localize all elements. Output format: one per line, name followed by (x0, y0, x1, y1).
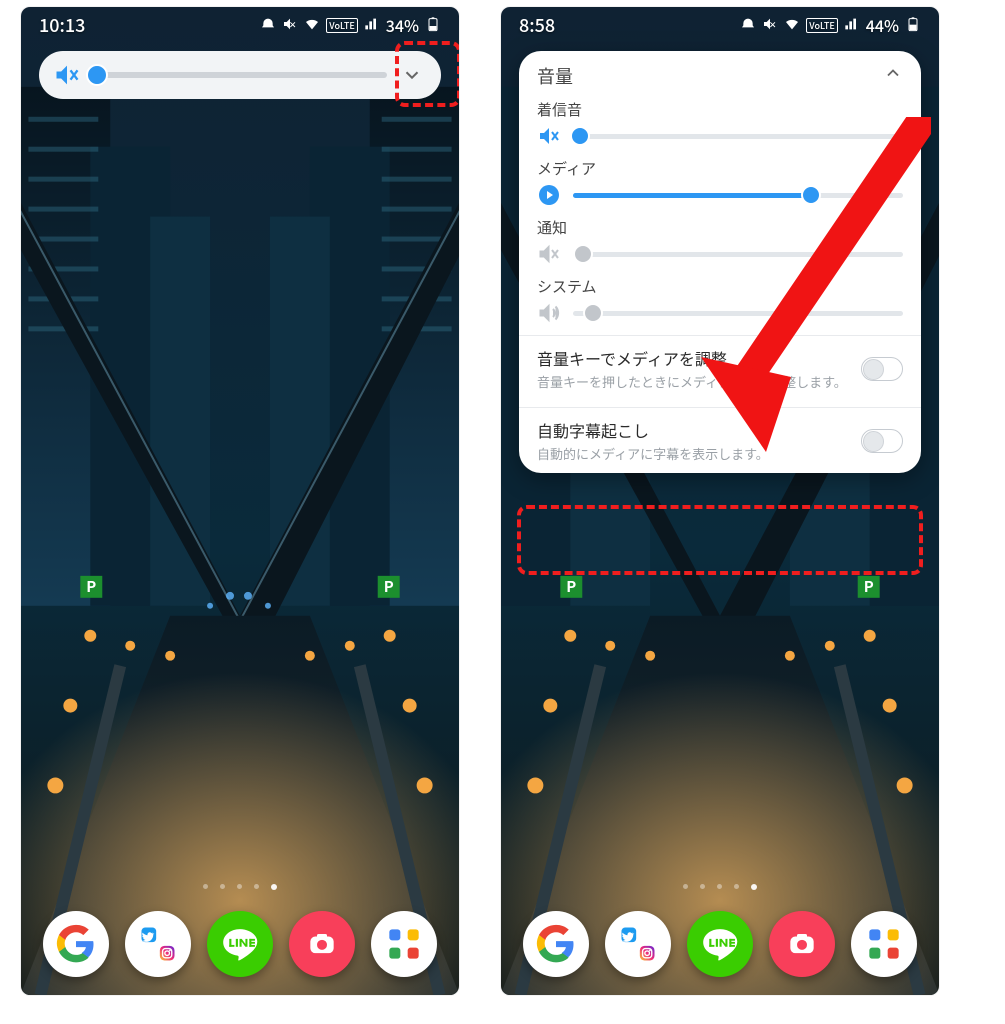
wallpaper: P P (21, 7, 459, 995)
signal-icon (364, 13, 380, 37)
captions-toggle-row: 自動字幕起こし 自動的にメディアに字幕を表示します。 (519, 410, 921, 473)
app-line[interactable] (207, 911, 273, 977)
play-icon (537, 183, 561, 207)
battery-icon (425, 13, 441, 37)
notif-row: 通知 (519, 211, 921, 270)
signal-icon (844, 13, 860, 37)
dock (21, 911, 459, 977)
status-icons: VoLTE 34% (260, 13, 441, 37)
page-indicator (501, 884, 939, 890)
svg-text:P: P (384, 576, 394, 597)
collapse-button[interactable] (883, 63, 903, 89)
app-social-folder[interactable] (125, 911, 191, 977)
media-row: メディア (519, 152, 921, 211)
volte-icon: VoLTE (326, 18, 357, 33)
speaker-icon (537, 301, 561, 325)
media-key-toggle-row: 音量キーでメディアを調整 音量キーを押したときにメディア音量を調整します。 (519, 338, 921, 401)
svg-text:P: P (86, 576, 96, 597)
status-time: 8:58 (519, 12, 555, 38)
mute-icon (537, 124, 561, 148)
mute-icon (762, 13, 778, 37)
status-bar: 10:13 VoLTE 34% (21, 7, 459, 43)
ringtone-row: 着信音 (519, 93, 921, 152)
media-label: メディア (537, 158, 903, 179)
app-line[interactable] (687, 911, 753, 977)
wifi-icon (304, 13, 320, 37)
volume-hud (39, 51, 441, 99)
volume-panel: 音量 着信音 メディア (519, 51, 921, 473)
battery-icon (905, 13, 921, 37)
system-slider[interactable] (573, 311, 903, 316)
media-slider[interactable] (573, 193, 903, 198)
app-social-folder[interactable] (605, 911, 671, 977)
alarm-icon (740, 13, 756, 37)
battery-text: 44% (866, 13, 899, 37)
media-key-toggle[interactable] (861, 357, 903, 381)
alarm-icon (260, 13, 276, 37)
status-bar: 8:58 VoLTE 44% (501, 7, 939, 43)
svg-text:P: P (566, 576, 576, 597)
battery-text: 34% (386, 13, 419, 37)
app-camera[interactable] (289, 911, 355, 977)
notif-label: 通知 (537, 217, 903, 238)
notif-slider[interactable] (573, 252, 903, 257)
phone-right: P P 8:58 VoLTE 44% 音量 (500, 6, 940, 996)
status-icons: VoLTE 44% (740, 13, 921, 37)
media-key-desc: 音量キーを押したときにメディア音量を調整します。 (537, 372, 849, 391)
captions-toggle[interactable] (861, 429, 903, 453)
mute-icon (537, 242, 561, 266)
phone-left: P P 10:13 VoLTE 34% (20, 6, 460, 996)
app-google[interactable] (523, 911, 589, 977)
captions-title: 自動字幕起こし (537, 418, 849, 442)
expand-button[interactable] (397, 60, 427, 90)
system-row: システム (519, 270, 921, 329)
mute-icon (282, 13, 298, 37)
volte-icon: VoLTE (806, 18, 837, 33)
app-google[interactable] (43, 911, 109, 977)
wifi-icon (784, 13, 800, 37)
svg-text:P: P (864, 576, 874, 597)
status-time: 10:13 (39, 12, 85, 38)
app-camera[interactable] (769, 911, 835, 977)
panel-title: 音量 (537, 63, 573, 89)
app-folder[interactable] (371, 911, 437, 977)
mute-icon (53, 61, 81, 89)
captions-desc: 自動的にメディアに字幕を表示します。 (537, 444, 849, 463)
ringtone-label: 着信音 (537, 99, 903, 120)
system-label: システム (537, 276, 903, 297)
ringtone-slider[interactable] (573, 134, 903, 139)
volume-slider[interactable] (91, 72, 387, 78)
media-key-title: 音量キーでメディアを調整 (537, 346, 849, 370)
dock (501, 911, 939, 977)
page-indicator (21, 884, 459, 890)
app-folder[interactable] (851, 911, 917, 977)
